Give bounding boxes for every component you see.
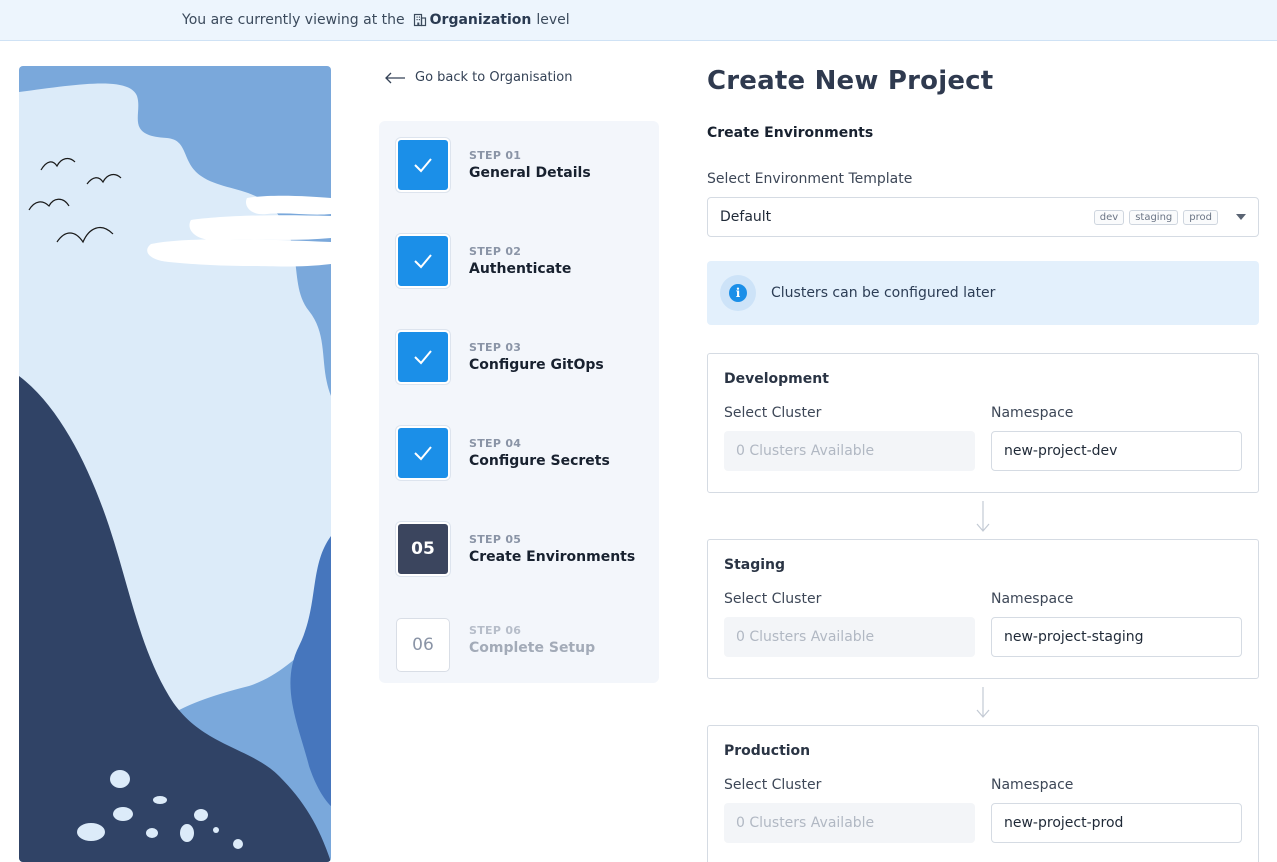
arrow-down-icon	[976, 501, 990, 532]
cluster-select[interactable]: 0 Clusters Available	[724, 431, 975, 471]
step-name: Complete Setup	[469, 640, 596, 656]
step-badge	[396, 138, 450, 192]
step-badge	[396, 330, 450, 384]
namespace-input[interactable]: new-project-prod	[991, 803, 1242, 843]
go-back-link[interactable]: Go back to Organisation	[384, 70, 572, 85]
namespace-input[interactable]: new-project-dev	[991, 431, 1242, 471]
step-badge: 05	[396, 522, 450, 576]
env-card-production: Production Select Cluster 0 Clusters Ava…	[707, 725, 1259, 862]
step-badge	[396, 234, 450, 288]
namespace-label: Namespace	[991, 405, 1074, 421]
namespace-input[interactable]: new-project-staging	[991, 617, 1242, 657]
step-name: General Details	[469, 165, 591, 181]
step-authenticate[interactable]: STEP 02 Authenticate	[396, 234, 571, 288]
step-number: STEP 05	[469, 533, 522, 546]
step-complete-setup: 06 STEP 06 Complete Setup	[396, 618, 595, 672]
checkmark-icon	[414, 350, 432, 365]
env-title: Production	[724, 743, 811, 759]
landscape-illustration	[19, 66, 331, 862]
checkmark-icon	[414, 254, 432, 269]
step-configure-gitops[interactable]: STEP 03 Configure GitOps	[396, 330, 604, 384]
checkmark-icon	[414, 158, 432, 173]
step-number: STEP 01	[469, 149, 522, 162]
step-number: STEP 04	[469, 437, 522, 450]
step-configure-secrets[interactable]: STEP 04 Configure Secrets	[396, 426, 610, 480]
arrow-left-icon	[385, 72, 405, 83]
step-badge	[396, 426, 450, 480]
cluster-select[interactable]: 0 Clusters Available	[724, 617, 975, 657]
decorative-illustration	[19, 66, 331, 862]
banner-suffix: level	[536, 12, 570, 28]
banner-level: Organization	[429, 12, 532, 28]
step-name: Configure GitOps	[469, 357, 604, 373]
banner-prefix: You are currently viewing at the	[182, 12, 405, 28]
namespace-label: Namespace	[991, 777, 1074, 793]
step-name: Authenticate	[469, 261, 572, 277]
arrow-down-icon	[976, 687, 990, 718]
step-general-details[interactable]: STEP 01 General Details	[396, 138, 591, 192]
go-back-label: Go back to Organisation	[415, 70, 573, 85]
step-number: STEP 02	[469, 245, 522, 258]
cluster-label: Select Cluster	[724, 591, 822, 607]
env-title: Staging	[724, 557, 786, 573]
cluster-select[interactable]: 0 Clusters Available	[724, 803, 975, 843]
step-badge: 06	[396, 618, 450, 672]
env-title: Development	[724, 371, 829, 387]
building-icon	[413, 13, 426, 27]
environments-list: Development Select Cluster 0 Clusters Av…	[707, 0, 1259, 862]
step-number: STEP 06	[469, 624, 522, 637]
namespace-label: Namespace	[991, 591, 1074, 607]
cluster-label: Select Cluster	[724, 405, 822, 421]
env-card-staging: Staging Select Cluster 0 Clusters Availa…	[707, 539, 1259, 679]
setup-stepper: STEP 01 General Details STEP 02 Authenti…	[379, 121, 659, 683]
env-card-development: Development Select Cluster 0 Clusters Av…	[707, 353, 1259, 493]
step-number: STEP 03	[469, 341, 522, 354]
step-name: Configure Secrets	[469, 453, 610, 469]
step-create-environments[interactable]: 05 STEP 05 Create Environments	[396, 522, 635, 576]
checkmark-icon	[414, 446, 432, 461]
cluster-label: Select Cluster	[724, 777, 822, 793]
step-name: Create Environments	[469, 549, 636, 565]
